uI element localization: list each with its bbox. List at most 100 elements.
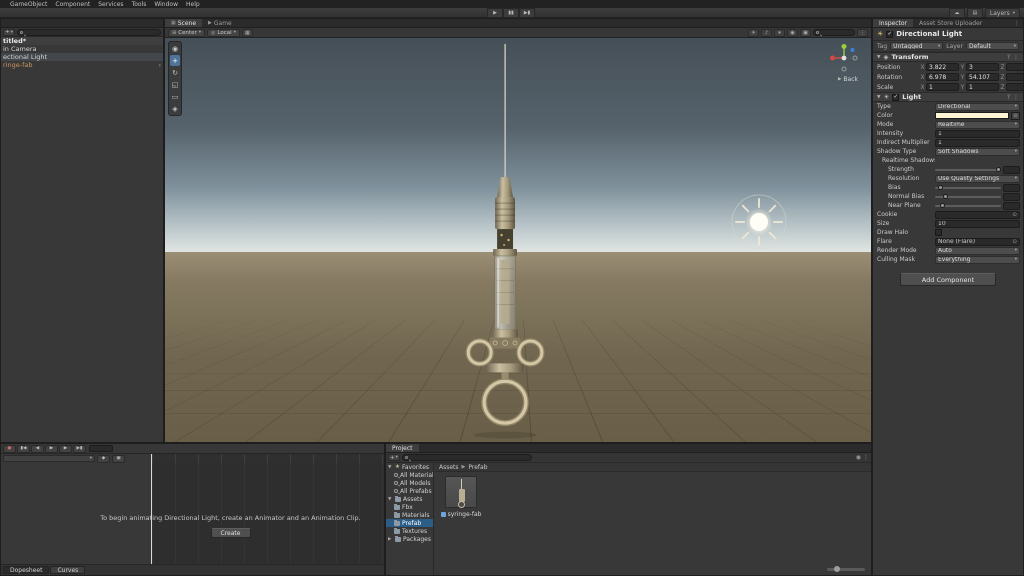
menu-gameobject[interactable]: GameObject xyxy=(10,1,47,8)
foldout-icon[interactable]: ▼ xyxy=(388,497,393,502)
audio-toggle[interactable]: ♪ xyxy=(761,28,772,37)
add-keyframe-button[interactable]: ◆ xyxy=(97,454,110,463)
tree-folder-prefab[interactable]: Prefab xyxy=(386,519,433,527)
tab-curves[interactable]: Curves xyxy=(50,566,86,574)
record-button[interactable]: ● xyxy=(3,444,16,453)
asset-grid[interactable]: syringe-fab xyxy=(435,472,871,575)
handle-orientation-dropdown[interactable]: ◎ Local ▾ xyxy=(206,28,240,37)
tree-favorites[interactable]: ▼ ★ Favorites xyxy=(386,463,433,471)
resolution-dropdown[interactable]: Use Quality Settings ▾ xyxy=(935,174,1020,183)
cloud-icon[interactable]: ☁ xyxy=(948,8,965,18)
thumbnail-zoom-slider[interactable] xyxy=(827,566,865,572)
position-z-field[interactable] xyxy=(1006,63,1023,71)
foldout-icon[interactable]: ▼ xyxy=(877,95,880,100)
near-plane-slider[interactable] xyxy=(935,202,1001,208)
scene-search-input[interactable] xyxy=(813,29,855,36)
go-to-start-button[interactable]: ▮◀ xyxy=(17,444,30,453)
hierarchy-item-syringe-prefab[interactable]: ringe-fab › xyxy=(1,61,163,69)
next-key-button[interactable]: ▶ xyxy=(59,444,72,453)
indirect-multiplier-field[interactable]: 1 xyxy=(935,138,1020,147)
step-button[interactable]: ▶▮ xyxy=(519,8,535,18)
add-component-button[interactable]: Add Component xyxy=(900,273,996,286)
object-picker-icon[interactable]: ⊙ xyxy=(1012,212,1017,218)
project-create-button[interactable]: + ▾ xyxy=(388,454,400,461)
intensity-field[interactable]: 1 xyxy=(935,129,1020,138)
visibility-toggle[interactable]: ◉ xyxy=(787,28,798,37)
rect-tool-button[interactable]: ▭ xyxy=(170,91,180,102)
hierarchy-item-scene[interactable]: titled* xyxy=(1,37,163,45)
pause-button[interactable]: ▮▮ xyxy=(503,8,519,18)
culling-mask-dropdown[interactable]: Everything ▾ xyxy=(935,255,1020,264)
tag-dropdown[interactable]: Untagged ▾ xyxy=(890,42,944,50)
rotation-z-field[interactable] xyxy=(1006,73,1023,81)
tab-asset-store-uploader[interactable]: Asset Store Uploader xyxy=(913,19,988,27)
scale-tool-button[interactable]: ◱ xyxy=(170,79,180,90)
timeline-playhead[interactable] xyxy=(151,444,152,564)
scale-z-field[interactable] xyxy=(1006,83,1023,91)
zoom-slider-knob[interactable] xyxy=(834,566,840,572)
hierarchy-item-main-camera[interactable]: in Camera xyxy=(1,45,163,53)
clip-selector-dropdown[interactable]: ▾ xyxy=(3,455,95,462)
tree-packages[interactable]: ▶ Packages xyxy=(386,535,433,543)
view-tool-button[interactable]: ◉ xyxy=(170,43,180,54)
slider-knob[interactable] xyxy=(942,193,948,199)
hierarchy-item-directional-light[interactable]: ectional Light xyxy=(1,53,163,61)
scale-y-field[interactable]: 1 xyxy=(966,83,999,91)
create-animation-button[interactable]: Create xyxy=(210,528,251,538)
hierarchy-search-input[interactable] xyxy=(16,28,161,36)
light-component-header[interactable]: ▼ ☀ ✓ Light ? ⋮ xyxy=(873,92,1023,102)
slider-knob[interactable] xyxy=(937,184,943,190)
draw-halo-checkbox[interactable] xyxy=(935,229,942,236)
rotation-x-field[interactable]: 6.978 xyxy=(926,73,959,81)
menu-window[interactable]: Window xyxy=(154,1,178,8)
prefab-open-arrow-icon[interactable]: › xyxy=(159,62,163,69)
scene-menu-icon[interactable]: ⋮ xyxy=(857,28,868,37)
near-plane-value-field[interactable] xyxy=(1003,201,1020,210)
rotate-tool-button[interactable]: ↻ xyxy=(170,67,180,78)
light-mode-dropdown[interactable]: Realtime ▾ xyxy=(935,120,1020,129)
help-icon[interactable]: ? xyxy=(1007,94,1010,101)
tab-dopesheet[interactable]: Dopesheet xyxy=(3,566,50,574)
bias-value-field[interactable] xyxy=(1003,183,1020,192)
tab-inspector[interactable]: Inspector xyxy=(873,19,913,27)
cookie-size-field[interactable]: 10 xyxy=(935,219,1020,228)
strength-slider[interactable] xyxy=(935,166,1001,172)
hidden-packages-icon[interactable]: ◉ xyxy=(856,454,861,461)
project-menu-icon[interactable]: ⋮ xyxy=(863,454,869,461)
cookie-object-field[interactable]: ⊙ xyxy=(935,210,1020,219)
flare-object-field[interactable]: None (Flare) ⊙ xyxy=(935,237,1020,246)
add-event-button[interactable]: ▣ xyxy=(112,454,125,463)
play-button[interactable]: ▶ xyxy=(487,8,503,18)
menu-help[interactable]: Help xyxy=(186,1,200,8)
position-x-field[interactable]: 3.822 xyxy=(926,63,959,71)
directional-light-gizmo[interactable] xyxy=(723,186,795,258)
foldout-icon[interactable]: ▼ xyxy=(388,465,393,470)
component-menu-icon[interactable]: ⋮ xyxy=(1013,54,1019,61)
strength-value-field[interactable] xyxy=(1003,165,1020,174)
menu-tools[interactable]: Tools xyxy=(132,1,147,8)
camera-settings-button[interactable]: ▣ xyxy=(800,28,811,37)
help-icon[interactable]: ? xyxy=(1007,54,1010,61)
position-y-field[interactable]: 3 xyxy=(966,63,999,71)
tab-project[interactable]: Project xyxy=(386,444,419,452)
effects-toggle[interactable]: ∗ xyxy=(774,28,785,37)
grid-snap-toggle[interactable]: ▦ xyxy=(241,28,253,37)
move-tool-button[interactable]: + xyxy=(170,55,180,66)
layers-dropdown[interactable]: Layers ▾ xyxy=(984,8,1020,18)
tab-scene[interactable]: ▦ Scene xyxy=(165,19,203,27)
color-picker-button[interactable]: ⊙ xyxy=(1011,111,1020,120)
transform-tool-button[interactable]: ◈ xyxy=(170,103,180,114)
bias-slider[interactable] xyxy=(935,184,1001,190)
object-picker-icon[interactable]: ⊙ xyxy=(1012,239,1017,245)
render-mode-dropdown[interactable]: Auto ▾ xyxy=(935,246,1020,255)
breadcrumb-prefab[interactable]: Prefab xyxy=(468,464,487,471)
enabled-checkbox[interactable]: ✓ xyxy=(886,30,894,38)
view-orientation-label[interactable]: ▶ Back xyxy=(838,76,858,83)
go-to-end-button[interactable]: ▶▮ xyxy=(73,444,86,453)
normal-bias-slider[interactable] xyxy=(935,193,1001,199)
account-menu-icon[interactable]: ▤ xyxy=(966,8,983,18)
inspector-menu-icon[interactable]: ⋮ xyxy=(1011,19,1023,27)
tree-all-prefabs[interactable]: All Prefabs xyxy=(386,487,433,495)
play-animation-button[interactable]: ▶ xyxy=(45,444,58,453)
light-type-dropdown[interactable]: Directional ▾ xyxy=(935,102,1020,111)
